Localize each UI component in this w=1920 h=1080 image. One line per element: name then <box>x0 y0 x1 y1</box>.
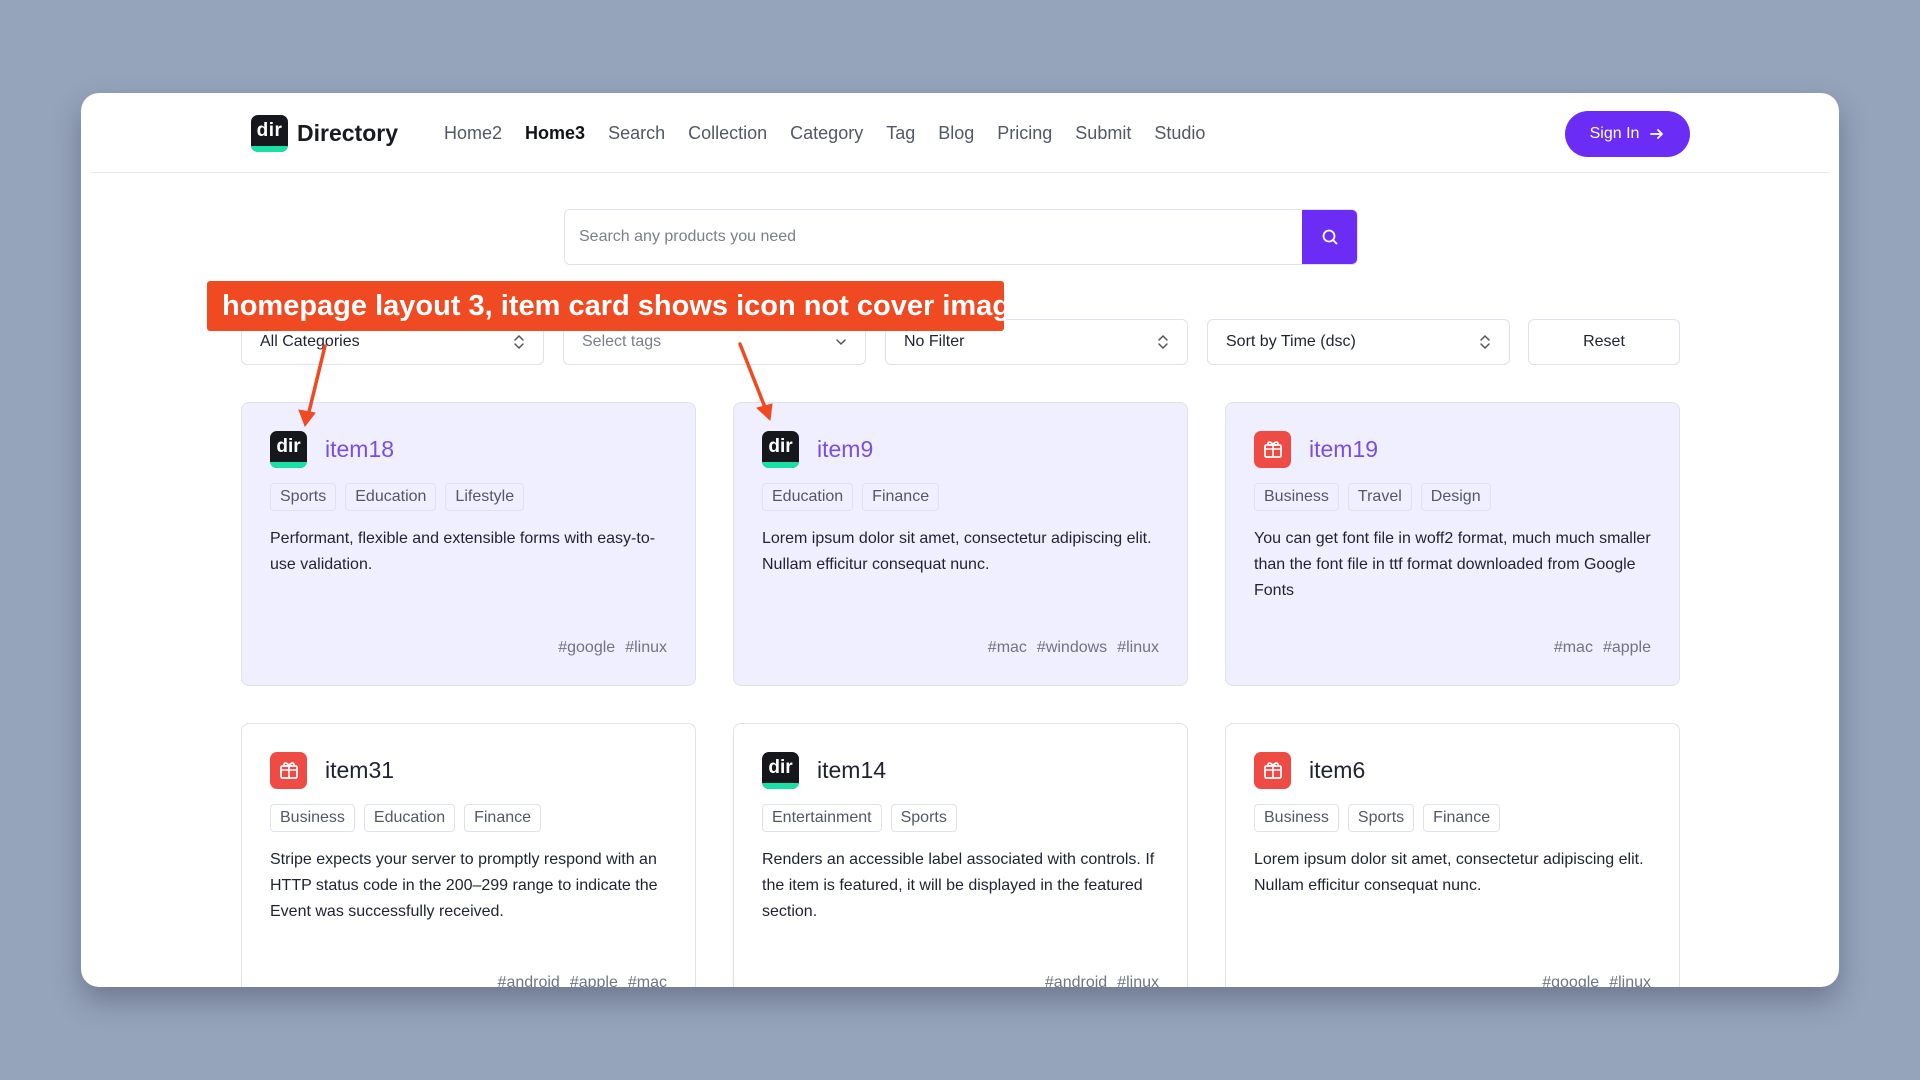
search-bar <box>564 209 1358 265</box>
nav-pricing[interactable]: Pricing <box>997 123 1052 144</box>
site-header: dir Directory Home2 Home3 Search Collect… <box>91 93 1829 173</box>
category-tag[interactable]: Travel <box>1347 483 1412 511</box>
nav-home2[interactable]: Home2 <box>444 123 502 144</box>
chevron-up-down-icon <box>1480 334 1490 350</box>
sort-select[interactable]: Sort by Time (dsc) <box>1207 319 1510 365</box>
hashtag[interactable]: #google <box>558 639 615 657</box>
dir-logo-icon: dir <box>762 430 799 468</box>
item-description: Lorem ipsum dolor sit amet, consectetur … <box>762 530 1152 573</box>
logo-icon: dir <box>251 115 288 152</box>
search-button[interactable] <box>1302 210 1357 264</box>
annotation-banner: homepage layout 3, item card shows icon … <box>207 281 1026 331</box>
category-tag[interactable]: Business <box>1254 804 1339 832</box>
nav-tag[interactable]: Tag <box>886 123 915 144</box>
hashtag[interactable]: #android <box>1045 974 1107 987</box>
category-tag[interactable]: Education <box>345 483 437 511</box>
nav-category[interactable]: Category <box>790 123 863 144</box>
hashtag[interactable]: #windows <box>1037 639 1107 657</box>
dir-logo-icon: dir <box>762 751 799 789</box>
hashtag[interactable]: #apple <box>1603 639 1651 657</box>
category-tag[interactable]: Finance <box>464 804 542 832</box>
hashtag[interactable]: #google <box>1542 974 1599 987</box>
category-tag[interactable]: Business <box>270 804 355 832</box>
item-title[interactable]: item9 <box>817 436 873 463</box>
hashtag[interactable]: #linux <box>1117 639 1159 657</box>
chevron-down-icon <box>836 339 846 346</box>
item-card[interactable]: item19 Business Travel Design You can ge… <box>1225 402 1680 686</box>
item-title[interactable]: item14 <box>817 757 886 784</box>
item-title[interactable]: item19 <box>1309 436 1378 463</box>
nav-search[interactable]: Search <box>608 123 665 144</box>
item-title[interactable]: item18 <box>325 436 394 463</box>
reset-button[interactable]: Reset <box>1528 319 1680 365</box>
item-card[interactable]: dir item14 Entertainment Sports Renders … <box>733 723 1188 987</box>
arrow-right-icon <box>1650 129 1664 139</box>
category-tag[interactable]: Design <box>1420 483 1491 511</box>
search-input[interactable] <box>565 210 1302 264</box>
hashtag[interactable]: #linux <box>1609 974 1651 987</box>
nav-studio[interactable]: Studio <box>1154 123 1205 144</box>
item-card[interactable]: dir item9 Education Finance Lorem ipsum … <box>733 402 1188 686</box>
nav-blog[interactable]: Blog <box>938 123 974 144</box>
gift-icon <box>1254 430 1291 468</box>
hashtag[interactable]: #mac <box>628 974 667 987</box>
chevron-up-down-icon <box>1158 334 1168 350</box>
gift-icon <box>1254 751 1291 789</box>
item-description: You can get font file in woff2 format, m… <box>1254 530 1651 599</box>
category-tag[interactable]: Finance <box>862 483 940 511</box>
hashtag[interactable]: #mac <box>1554 639 1593 657</box>
category-tag[interactable]: Sports <box>270 483 337 511</box>
chevron-up-down-icon <box>514 334 524 350</box>
item-card[interactable]: dir item18 Sports Education Lifestyle Pe… <box>241 402 696 686</box>
category-tag[interactable]: Lifestyle <box>445 483 525 511</box>
brand-name: Directory <box>297 120 398 146</box>
item-card[interactable]: item6 Business Sports Finance Lorem ipsu… <box>1225 723 1680 987</box>
main-nav: Home2 Home3 Search Collection Category T… <box>444 93 1228 173</box>
hashtag[interactable]: #linux <box>625 639 667 657</box>
item-card[interactable]: item31 Business Education Finance Stripe… <box>241 723 696 987</box>
search-icon <box>1322 229 1337 245</box>
hashtag[interactable]: #linux <box>1117 974 1159 987</box>
item-description: Stripe expects your server to promptly r… <box>270 851 658 920</box>
hashtag[interactable]: #mac <box>988 639 1027 657</box>
item-description: Renders an accessible label associated w… <box>762 851 1155 920</box>
item-description: Performant, flexible and extensible form… <box>270 530 656 573</box>
hashtag[interactable]: #apple <box>570 974 618 987</box>
item-description: Lorem ipsum dolor sit amet, consectetur … <box>1254 851 1644 894</box>
category-tag[interactable]: Education <box>363 804 456 832</box>
category-tag[interactable]: Sports <box>890 804 957 832</box>
category-tag[interactable]: Business <box>1254 483 1339 511</box>
gift-icon <box>270 751 307 789</box>
category-tag[interactable]: Education <box>762 483 854 511</box>
site-logo[interactable]: dir Directory <box>251 115 398 152</box>
category-tag[interactable]: Finance <box>1423 804 1501 832</box>
browser-window: dir Directory Home2 Home3 Search Collect… <box>81 93 1839 987</box>
nav-collection[interactable]: Collection <box>688 123 767 144</box>
nav-submit[interactable]: Submit <box>1075 123 1131 144</box>
category-tag[interactable]: Entertainment <box>762 804 882 832</box>
item-title[interactable]: item31 <box>325 757 394 784</box>
item-title[interactable]: item6 <box>1309 757 1365 784</box>
hashtag[interactable]: #android <box>498 974 560 987</box>
dir-logo-icon: dir <box>270 430 307 468</box>
sign-in-button[interactable]: Sign In <box>1565 111 1690 157</box>
nav-home3[interactable]: Home3 <box>525 123 585 144</box>
category-tag[interactable]: Sports <box>1347 804 1415 832</box>
